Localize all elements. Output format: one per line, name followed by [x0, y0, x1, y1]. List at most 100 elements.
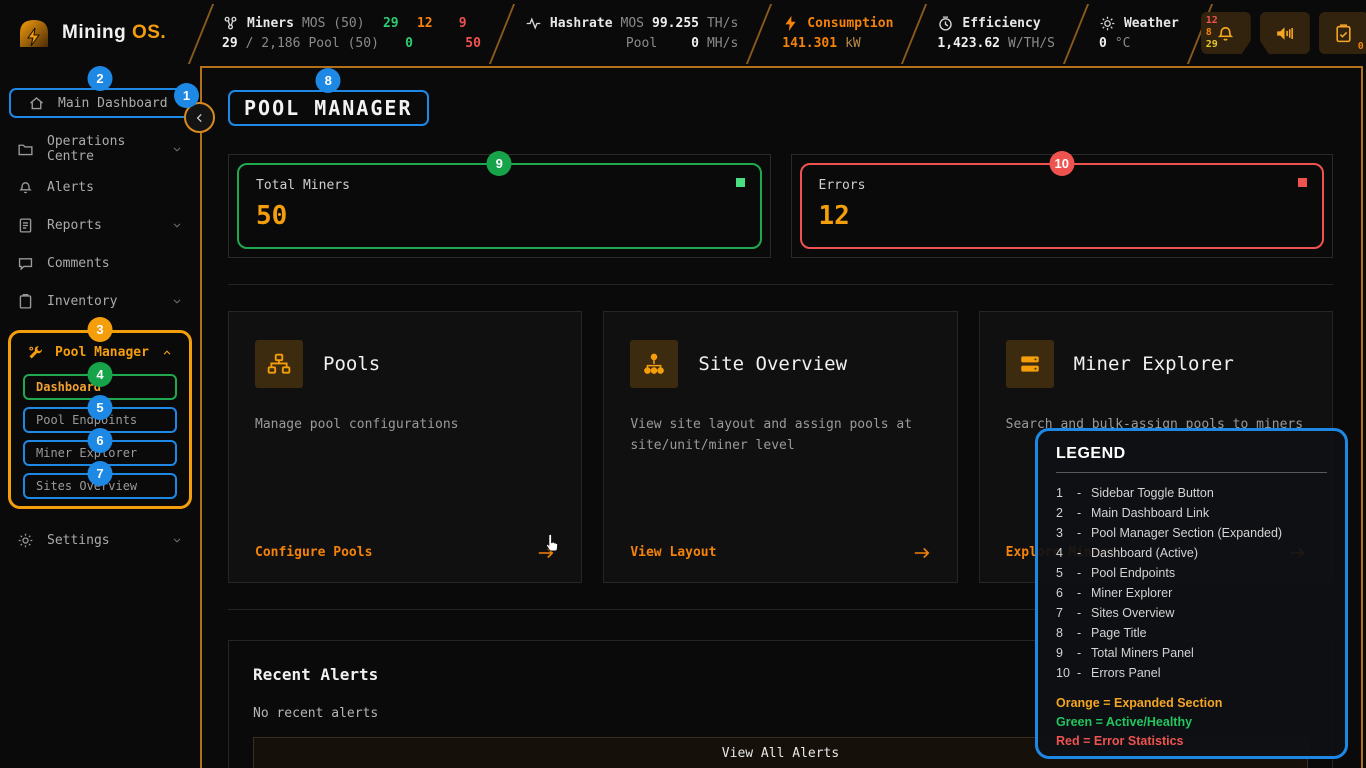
legend-color-note-orange: Orange = Expanded Section [1056, 694, 1327, 713]
sidebar-item-reports[interactable]: Reports [0, 206, 200, 244]
clipboard-icon [1333, 23, 1354, 44]
annotation-badge-3: 3 [88, 317, 113, 342]
page-title: POOL MANAGER [244, 96, 413, 120]
chevron-down-icon [171, 534, 183, 546]
sitemap-icon [255, 340, 303, 388]
stat-efficiency: Efficiency 1,423.62 W/TH/S [915, 0, 1077, 66]
site-overview-card[interactable]: Site Overview View site layout and assig… [603, 311, 957, 583]
sidebar-item-label: Reports [47, 218, 102, 233]
chevron-down-icon [171, 295, 183, 307]
card-description: Manage pool configurations [255, 414, 555, 435]
weather-sun-icon [1099, 15, 1116, 32]
header-action-buttons: 12 8 29 [1201, 0, 1366, 66]
chevron-left-icon [194, 112, 206, 124]
sidebar-item-alerts[interactable]: Alerts [0, 168, 200, 206]
sidebar-item-comments[interactable]: Comments [0, 244, 200, 282]
notification-badges: 12 8 29 [1206, 15, 1218, 51]
bell-icon [1215, 23, 1236, 44]
legend-item: 8-Page Title [1056, 623, 1327, 643]
notifications-button[interactable]: 12 8 29 [1201, 12, 1251, 54]
sidebar-item-inventory[interactable]: Inventory [0, 282, 200, 320]
annotation-box-errors: 10 Errors 12 [800, 163, 1325, 249]
pools-card[interactable]: Pools Manage pool configurations Configu… [228, 311, 582, 583]
annotation-badge-2: 2 [88, 66, 113, 91]
miners-nodes-icon [222, 15, 239, 32]
server-icon [1006, 340, 1054, 388]
home-icon [28, 95, 45, 112]
legend-item: 7-Sites Overview [1056, 603, 1327, 623]
status-dot-green [736, 178, 745, 187]
stat-miners: Miners MOS (50) 29 12 9 29 / 2,186 Pool … [200, 0, 503, 66]
stat-hashrate: Hashrate MOS 99.255 TH/s Pool 0 MH/s [503, 0, 760, 66]
annotation-box-pool-manager: 3 Pool Manager 4 Dashboard 5 Pool Endpoi… [8, 330, 192, 509]
header-stats-strip: Miners MOS (50) 29 12 9 29 / 2,186 Pool … [200, 0, 1366, 66]
card-title: Miner Explorer [1074, 353, 1234, 375]
sidebar-item-settings[interactable]: Settings [0, 521, 200, 559]
card-description: View site layout and assign pools at sit… [630, 414, 930, 457]
legend-item: 3-Pool Manager Section (Expanded) [1056, 523, 1327, 543]
file-text-icon [17, 217, 34, 234]
mouse-hand-cursor [542, 532, 562, 556]
legend-color-note-green: Green = Active/Healthy [1056, 713, 1327, 732]
subitem-label: Pool Endpoints [36, 413, 137, 427]
legend-divider [1056, 472, 1327, 473]
legend-item: 1-Sidebar Toggle Button [1056, 483, 1327, 503]
subitem-label: Miner Explorer [36, 446, 137, 460]
view-layout-link[interactable]: View Layout [630, 545, 930, 560]
legend-item: 5-Pool Endpoints [1056, 563, 1327, 583]
wrench-icon [27, 344, 44, 361]
annotation-badge-9: 9 [487, 151, 512, 176]
legend-item: 4-Dashboard (Active) [1056, 543, 1327, 563]
configure-pools-link[interactable]: Configure Pools [255, 545, 555, 560]
pool-manager-label: Pool Manager [55, 345, 149, 360]
total-miners-label: Total Miners [256, 178, 743, 193]
legend-color-note-red: Red = Error Statistics [1056, 732, 1327, 751]
sidebar-item-main-dashboard[interactable]: Main Dashboard [11, 90, 189, 116]
legend-item: 10-Errors Panel [1056, 663, 1327, 683]
card-link-label: Configure Pools [255, 545, 372, 560]
annotation-badge-1: 1 [174, 83, 199, 108]
top-header: Mining OS. Miners MOS (50) 29 12 9 29 / … [0, 0, 1366, 66]
hierarchy-icon [630, 340, 678, 388]
card-title: Site Overview [698, 353, 847, 375]
arrow-right-icon [913, 546, 931, 560]
card-link-label: View Layout [630, 545, 716, 560]
sound-button[interactable] [1260, 12, 1310, 54]
legend-panel: LEGEND 1-Sidebar Toggle Button 2-Main Da… [1035, 428, 1348, 759]
tasks-button[interactable]: 0 [1319, 12, 1366, 54]
errors-panel: 10 Errors 12 [791, 154, 1334, 258]
stat-weather: Weather 0 °C [1077, 0, 1201, 66]
legend-item: 2-Main Dashboard Link [1056, 503, 1327, 523]
consumption-bolt-icon [782, 15, 799, 32]
status-dot-red [1298, 178, 1307, 187]
logo-bolt-icon [16, 16, 52, 50]
tasks-badge: 0 [1358, 41, 1364, 52]
annotation-badge-6: 6 [88, 428, 113, 453]
sidebar-subitem-sites-overview[interactable]: 7 Sites Overview [23, 473, 177, 499]
errors-label: Errors [819, 178, 1306, 193]
app-logo: Mining OS. [0, 0, 200, 66]
annotation-badge-5: 5 [88, 395, 113, 420]
sidebar-item-label: Alerts [47, 180, 94, 195]
chevron-down-icon [171, 143, 183, 155]
hashrate-pulse-icon [525, 15, 542, 32]
annotation-badge-7: 7 [88, 461, 113, 486]
bell-icon [17, 179, 34, 196]
chevron-down-icon [171, 219, 183, 231]
sidebar: 2 Main Dashboard Operations Centre Alert… [0, 66, 200, 768]
sidebar-item-label: Settings [47, 533, 110, 548]
sidebar-item-operations-centre[interactable]: Operations Centre [0, 130, 200, 168]
annotation-box-main-dashboard: 2 Main Dashboard [9, 88, 191, 118]
annotation-box-page-title: 8 POOL MANAGER [228, 90, 429, 126]
legend-item: 9-Total Miners Panel [1056, 643, 1327, 663]
sidebar-toggle-button[interactable]: 1 [184, 102, 215, 133]
speaker-icon [1274, 23, 1295, 44]
annotation-badge-4: 4 [88, 362, 113, 387]
annotation-badge-8: 8 [316, 68, 341, 93]
efficiency-clock-icon [937, 15, 954, 32]
sidebar-item-label: Operations Centre [47, 134, 158, 164]
sidebar-item-label: Inventory [47, 294, 117, 309]
total-miners-value: 50 [256, 201, 743, 231]
card-title: Pools [323, 353, 380, 375]
annotation-badge-10: 10 [1049, 151, 1074, 176]
